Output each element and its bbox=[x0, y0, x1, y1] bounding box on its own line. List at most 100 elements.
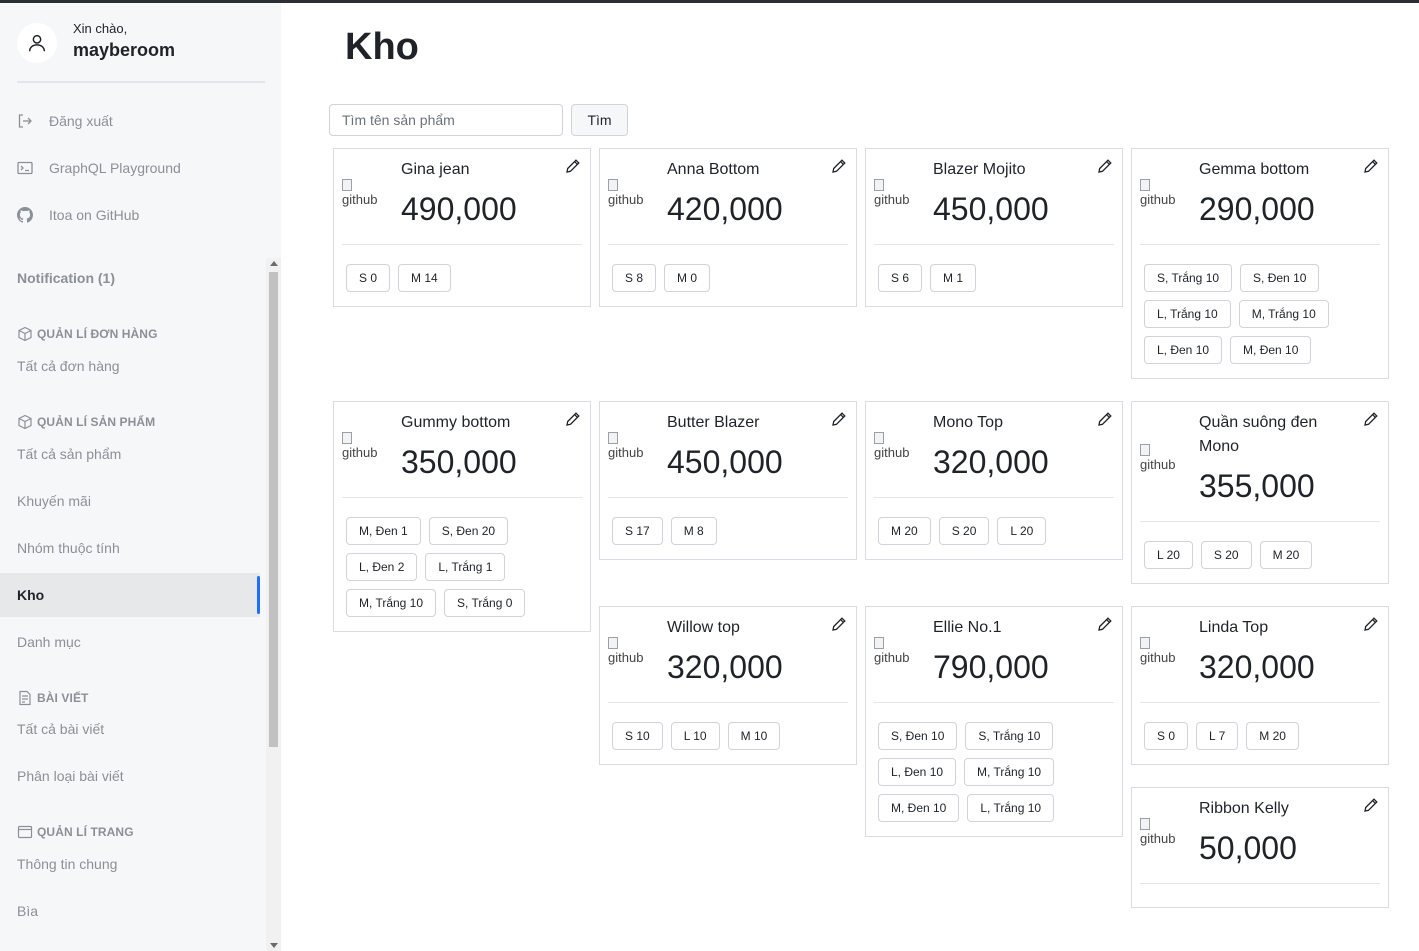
sidebar-item-label: Bìa bbox=[17, 903, 39, 919]
stock-tag[interactable]: S, Đen 20 bbox=[428, 517, 509, 545]
product-image: github bbox=[1140, 179, 1180, 211]
stock-tag[interactable]: M, Trắng 10 bbox=[964, 758, 1055, 786]
stock-tag[interactable]: M, Đen 1 bbox=[346, 517, 421, 545]
stock-tag[interactable]: L 10 bbox=[670, 722, 720, 750]
sidebar-item-label: Danh mục bbox=[17, 634, 81, 650]
sidebar-item-all-posts[interactable]: Tất cả bài viết bbox=[0, 707, 260, 751]
logout-icon bbox=[17, 113, 33, 129]
stock-tag[interactable]: S 17 bbox=[612, 517, 663, 545]
sidebar-item-post-categories[interactable]: Phân loại bài viết bbox=[0, 754, 260, 798]
edit-pencil-icon[interactable] bbox=[1363, 158, 1379, 174]
stock-tag[interactable]: S 6 bbox=[878, 264, 923, 292]
stock-tag[interactable]: L, Đen 2 bbox=[346, 553, 418, 581]
product-image: github bbox=[608, 637, 648, 669]
stock-tag[interactable]: M 1 bbox=[930, 264, 977, 292]
product-name: Anna Bottom bbox=[667, 161, 760, 178]
stock-tag[interactable]: S, Đen 10 bbox=[878, 722, 958, 750]
scroll-down-arrow-icon[interactable] bbox=[270, 943, 278, 948]
greeting-text: Xin chào, bbox=[73, 21, 128, 36]
stock-tag[interactable]: L, Đen 10 bbox=[1144, 336, 1223, 364]
broken-image-icon bbox=[1140, 818, 1150, 830]
stock-tag[interactable]: L, Đen 10 bbox=[878, 758, 957, 786]
sidebar-item-label: Nhóm thuộc tính bbox=[17, 540, 120, 556]
product-image: github bbox=[1140, 444, 1180, 476]
stock-tag[interactable]: M 20 bbox=[1246, 722, 1299, 750]
stock-tag-list: S 0M 14 bbox=[346, 264, 582, 300]
stock-tag[interactable]: S 8 bbox=[612, 264, 657, 292]
edit-pencil-icon[interactable] bbox=[831, 411, 847, 427]
stock-tag[interactable]: M 14 bbox=[398, 264, 451, 292]
stock-tag[interactable]: L 20 bbox=[1144, 541, 1193, 569]
box-icon bbox=[17, 326, 33, 342]
stock-tag[interactable]: S 20 bbox=[938, 517, 990, 545]
github-link[interactable]: Itoa on GitHub bbox=[17, 203, 139, 227]
stock-tag[interactable]: M, Trắng 10 bbox=[1238, 300, 1329, 328]
sidebar-item-inventory[interactable]: Kho bbox=[0, 573, 260, 617]
sidebar-item-label: Tất cả đơn hàng bbox=[17, 358, 120, 374]
stock-tag[interactable]: S 0 bbox=[1144, 722, 1189, 750]
edit-pencil-icon[interactable] bbox=[1097, 411, 1113, 427]
edit-pencil-icon[interactable] bbox=[1363, 797, 1379, 813]
stock-tag[interactable]: S 10 bbox=[612, 722, 663, 750]
stock-tag[interactable]: S, Trắng 0 bbox=[444, 589, 526, 617]
sidebar-item-cover[interactable]: Bìa bbox=[0, 889, 260, 933]
broken-image-icon bbox=[1140, 637, 1150, 649]
sidebar-item-all-products[interactable]: Tất cả sản phẩm bbox=[0, 432, 260, 476]
user-greeting: Xin chào, mayberoom bbox=[17, 21, 267, 65]
product-card: github Mono Top 320,000 M 20 S 20 L 20 bbox=[865, 401, 1123, 560]
stock-tag[interactable]: M 10 bbox=[727, 722, 781, 750]
stock-tag[interactable]: L, Trắng 10 bbox=[967, 794, 1055, 822]
section-products-title: QUẢN LÍ SẢN PHẨM bbox=[37, 415, 156, 429]
stock-tag[interactable]: L 20 bbox=[997, 517, 1047, 545]
image-alt-text: github bbox=[608, 650, 644, 665]
graphql-playground-label: GraphQL Playground bbox=[49, 160, 181, 176]
stock-tag[interactable]: L, Trắng 1 bbox=[425, 553, 506, 581]
scrollbar-thumb[interactable] bbox=[269, 272, 278, 747]
edit-pencil-icon[interactable] bbox=[1363, 616, 1379, 632]
stock-tag[interactable]: L, Trắng 10 bbox=[1144, 300, 1231, 328]
stock-tag[interactable]: M 20 bbox=[878, 517, 931, 545]
product-price: 320,000 bbox=[667, 649, 783, 685]
logout-label: Đăng xuất bbox=[49, 113, 113, 129]
sidebar-item-promotions[interactable]: Khuyến mãi bbox=[0, 479, 260, 523]
stock-tag[interactable]: L 7 bbox=[1196, 722, 1239, 750]
stock-tag[interactable]: S, Trắng 10 bbox=[1144, 264, 1233, 292]
stock-tag[interactable]: M, Đen 10 bbox=[1230, 336, 1312, 364]
stock-tag[interactable]: M, Đen 10 bbox=[878, 794, 960, 822]
stock-tag[interactable]: M 20 bbox=[1259, 541, 1313, 569]
sidebar-item-general-info[interactable]: Thông tin chung bbox=[0, 842, 260, 886]
stock-tag[interactable]: S, Trắng 10 bbox=[965, 722, 1054, 750]
card-divider bbox=[342, 244, 582, 245]
graphql-playground-link[interactable]: GraphQL Playground bbox=[17, 156, 181, 180]
stock-tag[interactable]: S 0 bbox=[346, 264, 391, 292]
stock-tag[interactable]: M 8 bbox=[670, 517, 717, 545]
product-card: github Blazer Mojito 450,000 S 6M 1 bbox=[865, 148, 1123, 307]
broken-image-icon bbox=[1140, 179, 1150, 191]
edit-pencil-icon[interactable] bbox=[831, 158, 847, 174]
sidebar-item-all-orders[interactable]: Tất cả đơn hàng bbox=[0, 344, 260, 388]
product-price: 450,000 bbox=[667, 444, 783, 480]
sidebar-item-categories[interactable]: Danh mục bbox=[0, 620, 260, 664]
stock-tag[interactable]: S 20 bbox=[1200, 541, 1252, 569]
edit-pencil-icon[interactable] bbox=[1363, 411, 1379, 427]
broken-image-icon bbox=[608, 179, 618, 191]
sidebar-item-attribute-groups[interactable]: Nhóm thuộc tính bbox=[0, 526, 260, 570]
stock-tag[interactable]: M, Trắng 10 bbox=[346, 589, 437, 617]
scroll-up-arrow-icon[interactable] bbox=[270, 261, 278, 266]
product-image: github bbox=[342, 179, 382, 211]
edit-pencil-icon[interactable] bbox=[831, 616, 847, 632]
broken-image-icon bbox=[1140, 444, 1150, 456]
notification-link[interactable]: Notification (1) bbox=[17, 270, 115, 286]
edit-pencil-icon[interactable] bbox=[565, 158, 581, 174]
image-alt-text: github bbox=[1140, 650, 1176, 665]
edit-pencil-icon[interactable] bbox=[1097, 616, 1113, 632]
sidebar-scrollbar[interactable] bbox=[266, 258, 281, 951]
search-input[interactable] bbox=[329, 104, 563, 136]
edit-pencil-icon[interactable] bbox=[1097, 158, 1113, 174]
edit-pencil-icon[interactable] bbox=[565, 411, 581, 427]
stock-tag[interactable]: S, Đen 10 bbox=[1240, 264, 1320, 292]
logout-link[interactable]: Đăng xuất bbox=[17, 109, 113, 133]
stock-tag[interactable]: M 0 bbox=[664, 264, 711, 292]
search-button[interactable]: Tìm bbox=[571, 104, 628, 136]
product-price: 320,000 bbox=[933, 444, 1049, 480]
